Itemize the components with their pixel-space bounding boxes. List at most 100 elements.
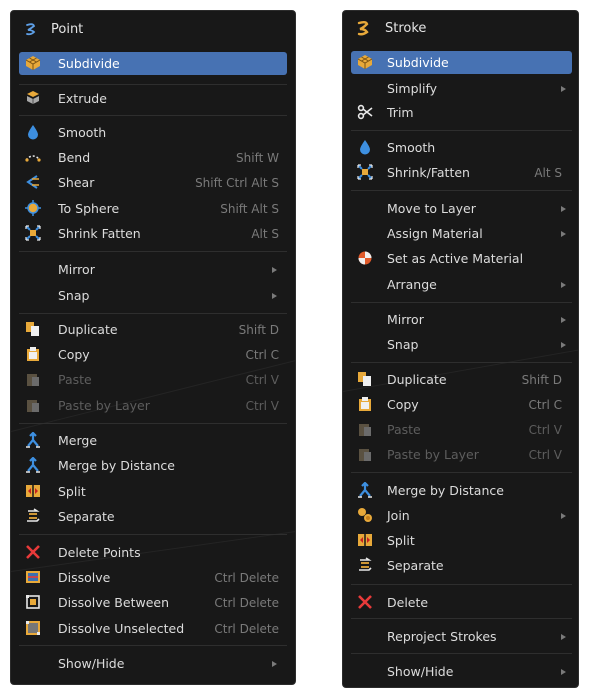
dissolve-icon: [25, 569, 41, 585]
menu-item-move-to-layer[interactable]: Move to Layer: [351, 197, 572, 220]
menu-item-smooth[interactable]: Smooth: [351, 136, 572, 159]
separator: [351, 190, 572, 191]
split-icon: [25, 483, 41, 499]
menu-item-paste-by-layer: Paste by Layer Ctrl V: [351, 443, 572, 466]
merge-icon: [25, 432, 41, 448]
separator: [351, 302, 572, 303]
delete-x-icon: [25, 544, 41, 560]
point-stroke-icon: [23, 21, 39, 37]
menu-item-dissolve-between[interactable]: Dissolve Between Ctrl Delete: [19, 591, 287, 614]
menu-item-show-hide[interactable]: Show/Hide: [351, 660, 572, 683]
menu-item-join[interactable]: Join: [351, 504, 572, 527]
menu-item-dissolve-unselected[interactable]: Dissolve Unselected Ctrl Delete: [19, 617, 287, 640]
submenu-arrow-icon: [272, 293, 277, 299]
menu-item-trim[interactable]: Trim: [351, 101, 572, 124]
menu-item-split[interactable]: Split: [19, 480, 287, 503]
merge-by-distance-icon: [357, 482, 373, 498]
shear-icon: [25, 174, 41, 190]
shortcut-label: Shift D: [238, 322, 279, 337]
menu-title: Point: [51, 21, 84, 37]
menu-item-snap[interactable]: Snap: [19, 284, 287, 307]
menu-item-separate[interactable]: Separate: [19, 505, 287, 528]
menu-item-shrink-fatten[interactable]: Shrink/Fatten Alt S: [351, 161, 572, 184]
separator: [351, 130, 572, 131]
submenu-arrow-icon: [272, 661, 277, 667]
separator: [351, 584, 572, 585]
menu-item-smooth[interactable]: Smooth: [19, 121, 287, 144]
menu-title: Stroke: [385, 20, 427, 36]
menu-item-merge[interactable]: Merge: [19, 429, 287, 452]
menu-item-simplify[interactable]: Simplify: [351, 77, 572, 100]
menu-item-shrink-fatten[interactable]: Shrink Fatten Alt S: [19, 222, 287, 245]
duplicate-icon: [357, 371, 373, 387]
menu-item-mirror[interactable]: Mirror: [19, 258, 287, 281]
menu-item-paste: Paste Ctrl V: [351, 418, 572, 441]
shortcut-label: Ctrl Delete: [214, 621, 279, 636]
menu-item-copy[interactable]: Copy Ctrl C: [19, 343, 287, 366]
submenu-arrow-icon: [561, 634, 566, 640]
menu-item-split[interactable]: Split: [351, 529, 572, 552]
shortcut-label: Ctrl V: [245, 398, 279, 413]
separate-icon: [357, 557, 373, 573]
menu-item-duplicate[interactable]: Duplicate Shift D: [19, 318, 287, 341]
menu-item-paste-by-layer: Paste by Layer Ctrl V: [19, 394, 287, 417]
paste-by-layer-icon: [25, 397, 41, 413]
smooth-drop-icon: [25, 124, 41, 140]
menu-item-subdivide[interactable]: Subdivide: [19, 52, 287, 75]
shrink-fatten-icon: [357, 164, 373, 180]
shortcut-label: Alt S: [534, 165, 562, 180]
material-ball-icon: [357, 250, 373, 266]
context-menu-point: Point Subdivide Extrude Smooth Bend Shif…: [10, 10, 296, 685]
menu-item-extrude[interactable]: Extrude: [19, 87, 287, 110]
submenu-arrow-icon: [561, 206, 566, 212]
shortcut-label: Ctrl C: [528, 397, 562, 412]
extrude-icon: [25, 90, 41, 106]
menu-item-snap[interactable]: Snap: [351, 333, 572, 356]
separator: [351, 362, 572, 363]
menu-item-dissolve[interactable]: Dissolve Ctrl Delete: [19, 566, 287, 589]
submenu-arrow-icon: [561, 342, 566, 348]
menu-item-merge-by-distance[interactable]: Merge by Distance: [19, 454, 287, 477]
menu-item-bend[interactable]: Bend Shift W: [19, 146, 287, 169]
shortcut-label: Ctrl V: [528, 422, 562, 437]
submenu-arrow-icon: [561, 317, 566, 323]
bend-icon: [25, 149, 41, 165]
merge-by-distance-icon: [25, 457, 41, 473]
menu-item-mirror[interactable]: Mirror: [351, 308, 572, 331]
menu-item-duplicate[interactable]: Duplicate Shift D: [351, 368, 572, 391]
copy-icon: [25, 346, 41, 362]
menu-item-to-sphere[interactable]: To Sphere Shift Alt S: [19, 197, 287, 220]
split-icon: [357, 532, 373, 548]
context-menu-stroke: Stroke Subdivide Simplify Trim Smooth Sh…: [342, 10, 579, 688]
submenu-arrow-icon: [272, 267, 277, 273]
join-icon: [357, 507, 373, 523]
shortcut-label: Shift Ctrl Alt S: [195, 175, 279, 190]
menu-item-subdivide[interactable]: Subdivide: [351, 51, 572, 74]
dissolve-between-icon: [25, 594, 41, 610]
menu-item-copy[interactable]: Copy Ctrl C: [351, 393, 572, 416]
menu-item-delete-points[interactable]: Delete Points: [19, 541, 287, 564]
separator: [351, 653, 572, 654]
separator: [19, 313, 287, 314]
shortcut-label: Shift W: [236, 150, 279, 165]
menu-item-delete[interactable]: Delete: [351, 591, 572, 614]
menu-item-merge-by-distance[interactable]: Merge by Distance: [351, 479, 572, 502]
separator: [19, 423, 287, 424]
menu-header: Stroke: [343, 16, 578, 40]
subdivide-icon: [25, 55, 41, 71]
paste-icon: [25, 371, 41, 387]
menu-item-set-as-active-material[interactable]: Set as Active Material: [351, 247, 572, 270]
copy-icon: [357, 396, 373, 412]
menu-item-arrange[interactable]: Arrange: [351, 273, 572, 296]
menu-item-assign-material[interactable]: Assign Material: [351, 222, 572, 245]
menu-item-separate[interactable]: Separate: [351, 554, 572, 577]
shortcut-label: Ctrl Delete: [214, 595, 279, 610]
menu-item-reproject-strokes[interactable]: Reproject Strokes: [351, 625, 572, 648]
menu-item-show-hide[interactable]: Show/Hide: [19, 652, 287, 675]
paste-icon: [357, 421, 373, 437]
submenu-arrow-icon: [561, 669, 566, 675]
separator: [19, 84, 287, 85]
subdivide-icon: [357, 54, 373, 70]
shortcut-label: Alt S: [251, 226, 279, 241]
menu-item-shear[interactable]: Shear Shift Ctrl Alt S: [19, 171, 287, 194]
